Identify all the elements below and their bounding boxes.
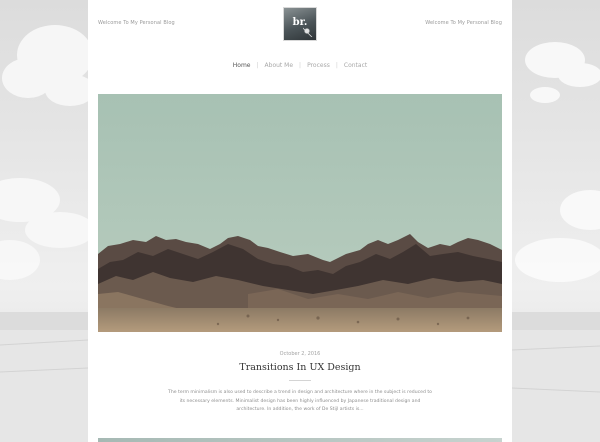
- blog-page: Welcome To My Personal Blog Welcome To M…: [88, 0, 512, 442]
- nav-item-home[interactable]: Home: [227, 62, 257, 69]
- post-title[interactable]: Transitions In UX Design: [88, 362, 512, 373]
- post-date: October 2, 2016: [279, 351, 321, 357]
- title-divider: [289, 380, 311, 381]
- post-featured-image[interactable]: [98, 94, 502, 332]
- site-logo[interactable]: br.: [284, 8, 316, 40]
- header-welcome-right: Welcome To My Personal Blog: [425, 20, 502, 26]
- nav-item-about-me[interactable]: About Me: [259, 62, 300, 69]
- post-excerpt: The term minimalism is also used to desc…: [168, 390, 432, 413]
- nav-item-contact[interactable]: Contact: [338, 62, 373, 69]
- main-nav: Home | About Me | Process | Contact: [88, 62, 512, 69]
- header-welcome-left: Welcome To My Personal Blog: [98, 20, 175, 26]
- nav-item-process[interactable]: Process: [301, 62, 336, 69]
- logo-text: br.: [292, 17, 308, 28]
- next-post-image[interactable]: [98, 438, 502, 442]
